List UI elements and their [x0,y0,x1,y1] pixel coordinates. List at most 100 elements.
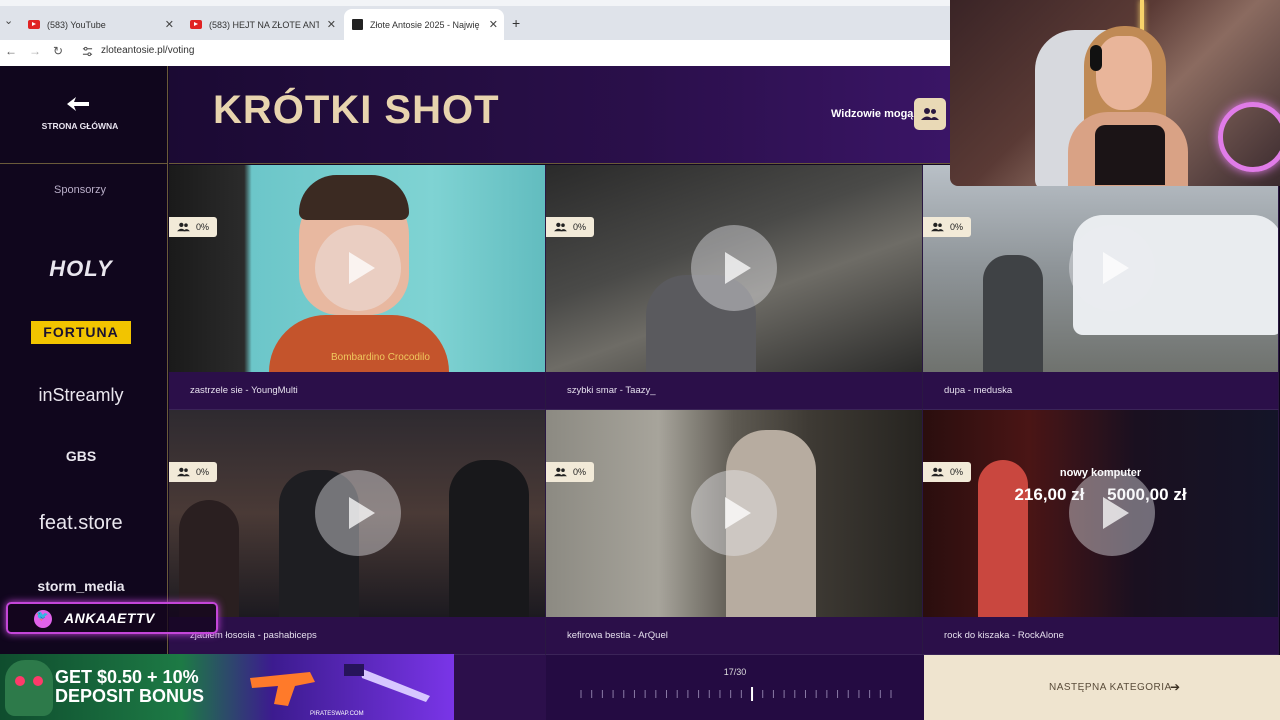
tab-close-icon[interactable]: ✕ [165,18,174,31]
ad-text: GET $0.50 + 10% DEPOSIT BONUS [55,668,204,706]
vote-percent: 0% [196,467,210,477]
vote-percent: 0% [950,467,964,477]
users-icon [554,467,567,477]
sponsor-stormmedia-logo[interactable]: storm_media [24,578,138,594]
vote-percent-badge: 0% [169,217,217,237]
home-label: STRONA GŁÓWNA [41,121,119,131]
nominee-grid: Bombardino Crocodilo 0% zastrzele sie - … [169,165,1279,655]
streamer-top [1095,125,1165,185]
sponsor-holy-logo[interactable]: HOLY [24,256,138,282]
tab-youtube[interactable]: (583) YouTube ✕ [20,9,180,40]
vote-percent: 0% [950,222,964,232]
reload-icon[interactable]: ↻ [53,44,63,58]
nominee-caption: zastrzele sie - YoungMulti [169,372,545,409]
thumbnail-hair [299,175,409,220]
tab-label: (583) HEJT NA ZŁOTE ANTOSIE [209,19,319,30]
twitter-icon [34,610,52,628]
thumbnail-subtitle: Bombardino Crocodilo [331,352,430,363]
stream-ad-banner: GET $0.50 + 10% DEPOSIT BONUS PIRATESWAP… [0,654,454,720]
forward-icon[interactable]: → [29,44,41,58]
thumbnail-person [983,255,1043,372]
category-header: KRÓTKI SHOT Widzowie mogą [169,66,950,164]
users-icon [177,222,190,232]
users-icon [931,467,944,477]
nominee-caption: kefirowa bestia - ArQuel [546,617,922,654]
tab-zlote-antosie[interactable]: Złote Antosie 2025 - Największ ✕ [344,9,504,40]
new-tab-icon[interactable]: + [512,15,520,31]
tab-hejt[interactable]: (583) HEJT NA ZŁOTE ANTOSIE ✕ [182,9,342,40]
play-icon[interactable] [1069,470,1155,556]
vote-percent: 0% [573,222,587,232]
users-icon [177,467,190,477]
viewers-button[interactable] [914,98,946,130]
browser-tabbar: ⌄ (583) YouTube ✕ (583) HEJT NA ZŁOTE AN… [0,0,950,40]
streamer-name: ANKAAETTV [64,610,155,626]
users-icon [921,108,939,120]
thumbnail-person [449,460,529,617]
back-icon[interactable]: ← [5,44,17,58]
headset-icon [1090,45,1102,71]
nominee-card[interactable]: 0% kefirowa bestia - ArQuel [546,410,923,655]
screen: ⌄ (583) YouTube ✕ (583) HEJT NA ZŁOTE AN… [0,0,1280,720]
play-icon[interactable] [691,470,777,556]
nominee-card[interactable]: 0% szybki smar - Taazy_ [546,165,923,410]
ring-light [1218,102,1280,172]
mascot-icon [5,660,53,716]
vote-percent-badge: 0% [923,462,971,482]
webcam-overlay [950,0,1280,186]
nominee-card[interactable]: 0% zjadłem łososia - pashabiceps [169,410,546,655]
vote-percent: 0% [573,467,587,477]
tab-close-icon[interactable]: ✕ [489,18,498,31]
home-link[interactable]: STRONA GŁÓWNA [0,66,168,164]
address-bar: ← → ↻ zloteantosie.pl/voting [0,40,950,66]
sponsor-featstore-logo[interactable]: feat.store [24,512,138,535]
nominee-card[interactable]: Bombardino Crocodilo 0% zastrzele sie - … [169,165,546,410]
play-icon[interactable] [1069,225,1155,311]
arrow-right-icon: ➔ [1170,680,1181,694]
category-progress: 17/30 [546,655,924,720]
sponsor-gbs-logo[interactable]: GBS [24,448,138,464]
tab-label: (583) YouTube [47,19,106,30]
next-category-button[interactable]: NASTĘPNA KATEGORIA ➔ [924,655,1280,720]
sponsor-instreamly-logo[interactable]: inStreamly [24,385,138,406]
tab-list-chevron-icon[interactable]: ⌄ [4,14,13,27]
category-title: KRÓTKI SHOT [213,88,500,132]
ad-line-2: DEPOSIT BONUS [55,686,205,706]
back-arrow-icon [67,97,89,111]
ad-line-1: GET $0.50 + 10% [55,667,199,687]
nominee-card[interactable]: 0% dupa - meduska [923,165,1279,410]
thumbnail-shirt [269,315,449,372]
nominee-caption: dupa - meduska [923,372,1278,409]
users-icon [554,222,567,232]
tab-label: Złote Antosie 2025 - Największ [370,19,480,30]
thumbnail-person [179,500,239,617]
sponsors-title: Sponsorzy [54,184,106,196]
nominee-caption: zjadłem łososia - pashabiceps [169,617,545,654]
play-icon[interactable] [315,470,401,556]
vote-percent-badge: 0% [546,217,594,237]
thumbnail-mannequin [978,460,1028,617]
streamer-face [1096,36,1152,110]
site-icon [352,19,363,30]
sponsor-fortuna-logo[interactable]: FORTUNA [31,321,131,344]
site-settings-icon[interactable] [82,46,93,57]
streamer-tag: ANKAAETTV [6,602,218,634]
ad-site: PIRATESWAP.COM [310,711,364,717]
viewers-label: Widzowie mogą [831,108,914,120]
next-category-label: NASTĘPNA KATEGORIA [1049,682,1172,693]
vote-percent-badge: 0% [546,462,594,482]
nominee-caption: szybki smar - Taazy_ [546,372,922,409]
knife-gun-icon [250,664,430,706]
youtube-icon [28,20,40,29]
url-input[interactable]: zloteantosie.pl/voting [101,45,194,56]
play-icon[interactable] [691,225,777,311]
nominee-card[interactable]: nowy komputer 216,00 zł 5000,00 zł 0% ro… [923,410,1279,655]
play-icon[interactable] [315,225,401,311]
users-icon [931,222,944,232]
vote-percent-badge: 0% [169,462,217,482]
tab-close-icon[interactable]: ✕ [327,18,336,31]
progress-label: 17/30 [723,667,747,677]
youtube-icon [190,20,202,29]
nominee-caption: rock do kiszaka - RockAlone [923,617,1278,654]
vote-percent-badge: 0% [923,217,971,237]
